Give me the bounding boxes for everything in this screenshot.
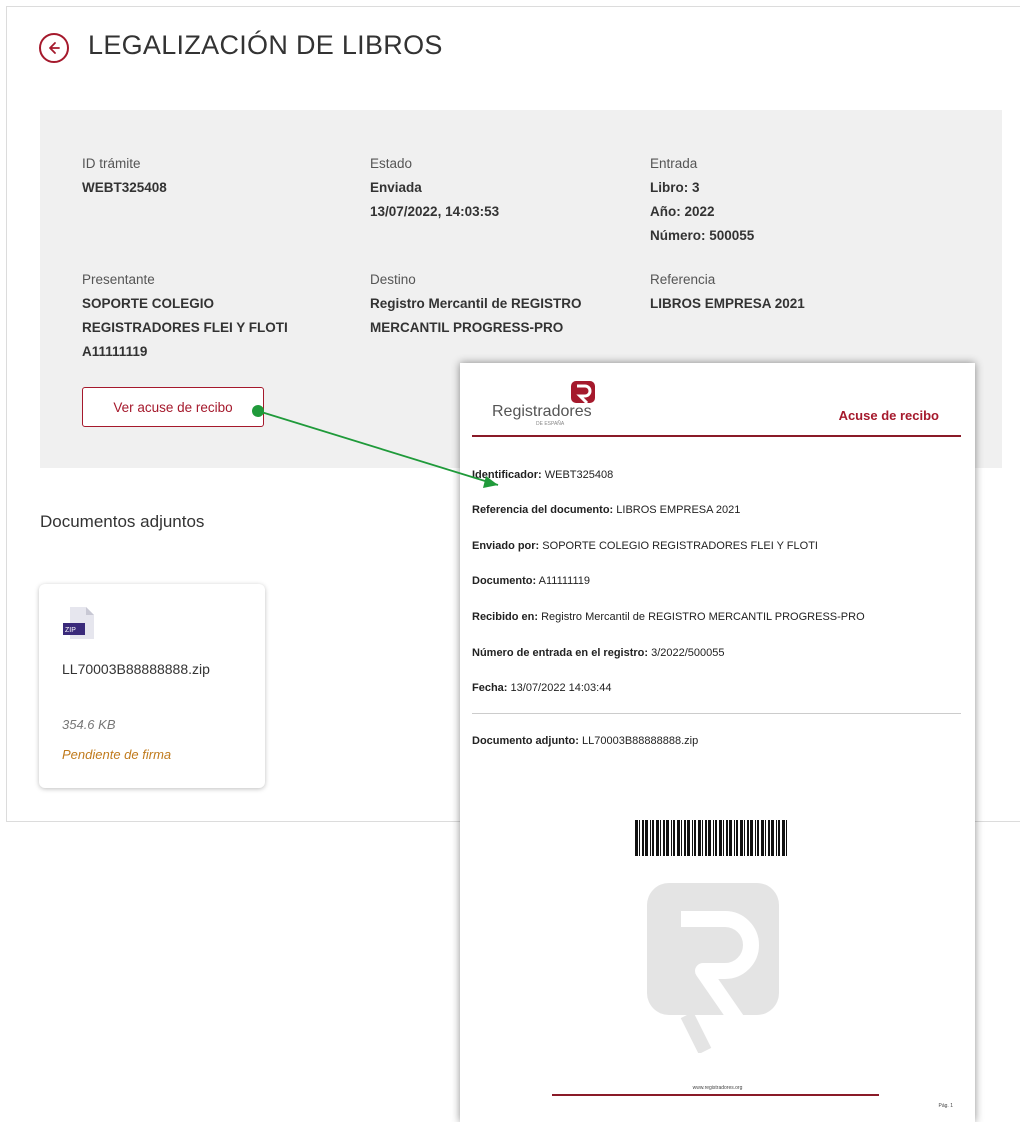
document-size: 354.6 KB xyxy=(62,717,116,732)
referencia-label: Referencia xyxy=(650,272,716,287)
receipt-row-documento: Documento: A11111119 xyxy=(472,575,591,587)
arrow-left-icon xyxy=(49,42,60,54)
receipt-header-line xyxy=(472,435,961,437)
presentante-line2: REGISTRADORES FLEI Y FLOTI xyxy=(82,320,288,335)
zip-badge-label: ZIP xyxy=(65,627,76,634)
destino-line1: Registro Mercantil de REGISTRO xyxy=(370,296,582,311)
presentante-line3: A11111119 xyxy=(82,344,148,359)
ver-acuse-button[interactable]: Ver acuse de recibo xyxy=(82,387,264,427)
zip-file-icon xyxy=(63,607,94,639)
referencia-value: LIBROS EMPRESA 2021 xyxy=(650,296,805,311)
receipt-document: Registradores DE ESPAÑA Acuse de recibo … xyxy=(460,363,975,1122)
receipt-row-numero-entrada: Número de entrada en el registro: 3/2022… xyxy=(472,647,725,659)
page: LEGALIZACIÓN DE LIBROS ID trámite WEBT32… xyxy=(0,0,1020,1122)
receipt-row-enviado: Enviado por: SOPORTE COLEGIO REGISTRADOR… xyxy=(472,540,818,552)
receipt-page-number: Pág. 1 xyxy=(938,1103,953,1109)
id-tramite-field: ID trámite WEBT325408 xyxy=(82,152,167,200)
back-button[interactable] xyxy=(39,33,69,63)
estado-date: 13/07/2022, 14:03:53 xyxy=(370,204,500,219)
estado-value: Enviada xyxy=(370,180,422,195)
presentante-field: Presentante SOPORTE COLEGIO REGISTRADORE… xyxy=(82,268,288,364)
referencia-field: Referencia LIBROS EMPRESA 2021 xyxy=(650,268,805,316)
registradores-logo-icon xyxy=(571,381,595,405)
entrada-anio: Año: 2022 xyxy=(650,204,715,219)
presentante-line1: SOPORTE COLEGIO xyxy=(82,296,215,311)
receipt-row-fecha: Fecha: 13/07/2022 14:03:44 xyxy=(472,682,612,694)
id-tramite-value: WEBT325408 xyxy=(82,180,167,195)
destino-field: Destino Registro Mercantil de REGISTRO M… xyxy=(370,268,582,340)
destino-line2: MERCANTIL PROGRESS-PRO xyxy=(370,320,564,335)
destino-label: Destino xyxy=(370,272,416,287)
presentante-label: Presentante xyxy=(82,272,155,287)
receipt-footer-url: www.registradores.org xyxy=(692,1085,743,1091)
registradores-watermark-icon xyxy=(647,883,779,1053)
entrada-label: Entrada xyxy=(650,156,698,171)
documents-title: Documentos adjuntos xyxy=(40,512,205,531)
document-card[interactable]: ZIP LL70003B88888888.zip 354.6 KB Pendie… xyxy=(39,584,265,788)
page-title: LEGALIZACIÓN DE LIBROS xyxy=(88,30,443,60)
receipt-row-adjunto: Documento adjunto: LL70003B88888888.zip xyxy=(472,735,699,747)
entrada-numero: Número: 500055 xyxy=(650,228,755,243)
receipt-row-referencia: Referencia del documento: LIBROS EMPRESA… xyxy=(472,504,741,516)
receipt-separator xyxy=(472,713,961,714)
receipt-row-identificador: Identificador: WEBT325408 xyxy=(472,469,614,481)
id-tramite-label: ID trámite xyxy=(82,156,141,171)
receipt-footer-line xyxy=(552,1094,879,1096)
estado-label: Estado xyxy=(370,156,413,171)
registradores-logo-sub: DE ESPAÑA xyxy=(536,421,565,427)
document-name: LL70003B88888888.zip xyxy=(62,661,210,677)
entrada-field: Entrada Libro: 3 Año: 2022 Número: 50005… xyxy=(650,152,754,248)
receipt-heading: Acuse de recibo xyxy=(838,408,939,423)
document-status: Pendiente de firma xyxy=(62,747,172,762)
estado-field: Estado Enviada 13/07/2022, 14:03:53 xyxy=(370,152,499,224)
barcode-image xyxy=(635,820,787,856)
entrada-libro: Libro: 3 xyxy=(650,180,700,195)
receipt-row-recibido: Recibido en: Registro Mercantil de REGIS… xyxy=(472,611,865,623)
